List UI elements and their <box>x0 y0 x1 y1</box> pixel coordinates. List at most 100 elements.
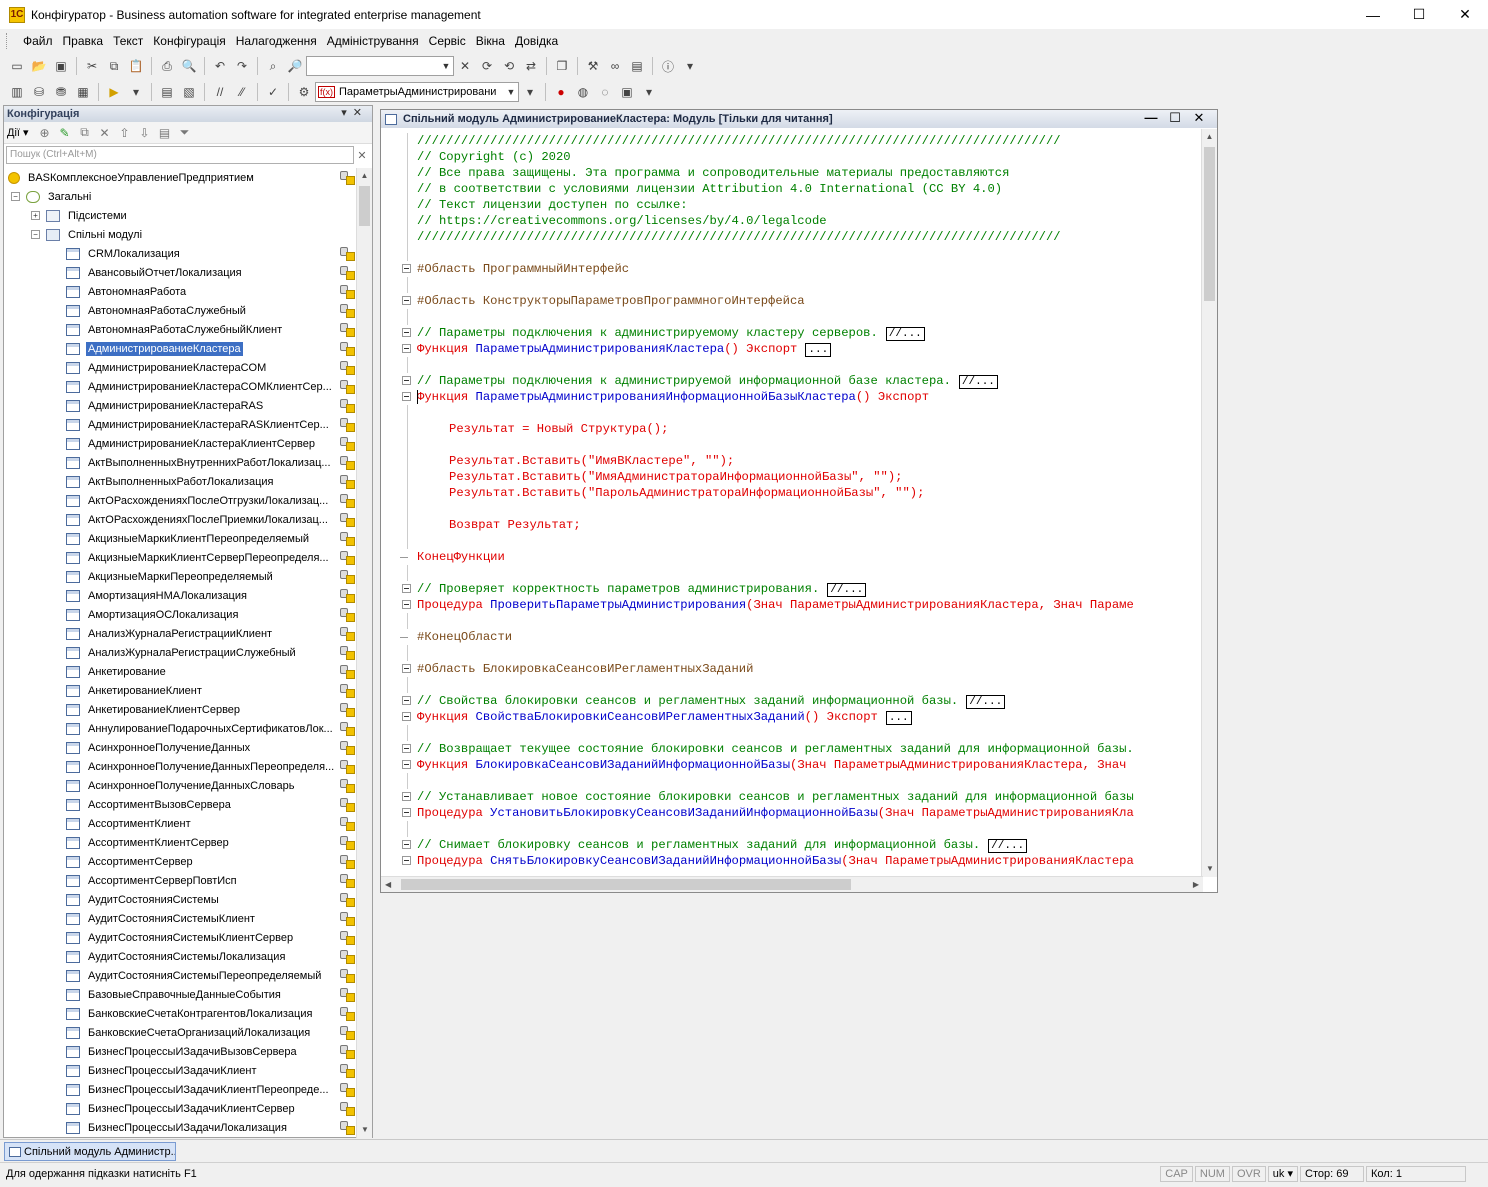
find-next-icon[interactable]: ⟳ <box>477 56 497 76</box>
code-line[interactable] <box>381 437 1199 453</box>
compare-icon[interactable]: ▦ <box>73 82 93 102</box>
code-line[interactable]: // Устанавливает новое состояние блокиро… <box>381 789 1199 805</box>
search-combo[interactable]: ▼ <box>306 56 454 76</box>
find-icon[interactable]: 🔎 <box>285 56 305 76</box>
code-line[interactable]: Функция БлокировкаСеансовИЗаданийИнформа… <box>381 757 1199 773</box>
collapse-icon[interactable]: − <box>31 230 40 239</box>
fold-toggle-icon[interactable] <box>402 792 411 801</box>
tree-item-module[interactable]: АкцизныеМаркиПереопределяемый <box>4 567 356 586</box>
code-line[interactable]: // Все права защищены. Эта программа и с… <box>381 165 1199 181</box>
database-icon[interactable]: ⛁ <box>29 82 49 102</box>
menu-administration[interactable]: Адміністрування <box>322 34 424 48</box>
tree-item-module[interactable]: CRMЛокализация <box>4 244 356 263</box>
add-icon[interactable]: ⊕ <box>35 126 55 140</box>
breakpoint-conditional-icon[interactable]: ◍ <box>573 82 593 102</box>
tree-item-module[interactable]: АктОРасхожденияхПослеОтгрузкиЛокализац..… <box>4 491 356 510</box>
tree-item-module[interactable]: АвтономнаяРаботаСлужебныйКлиент <box>4 320 356 339</box>
breakpoint-disable-icon[interactable]: ◌ <box>595 82 615 102</box>
tree-item-module[interactable]: БизнесПроцессыИЗадачиКлиентСервер <box>4 1099 356 1118</box>
editor-horizontal-scrollbar[interactable]: ◀ ▶ <box>381 876 1203 892</box>
undo-icon[interactable]: ↶ <box>210 56 230 76</box>
code-line[interactable]: Функция ПараметрыАдминистрированияИнформ… <box>381 389 1199 405</box>
syntax-check-icon[interactable]: ✓ <box>263 82 283 102</box>
configuration-search-input[interactable]: Пошук (Ctrl+Alt+M) <box>6 146 354 164</box>
tree-item-module[interactable]: АссортиментКлиентСервер <box>4 833 356 852</box>
code-line[interactable]: // Параметры подключения к администрируе… <box>381 325 1199 341</box>
templates-icon[interactable]: ▤ <box>627 56 647 76</box>
replace-icon[interactable]: ⇄ <box>521 56 541 76</box>
code-line[interactable]: Результат.Вставить("ПарольАдминистратора… <box>381 485 1199 501</box>
tree-item-module[interactable]: АктВыполненныхВнутреннихРаботЛокализац..… <box>4 453 356 472</box>
tree-item-module[interactable]: АмортизацияНМАЛокализация <box>4 586 356 605</box>
editor-minimize-button[interactable]: — <box>1139 110 1163 126</box>
tree-item-module[interactable]: АвтономнаяРабота <box>4 282 356 301</box>
fold-toggle-icon[interactable] <box>402 600 411 609</box>
code-line[interactable] <box>381 613 1199 629</box>
code-line[interactable]: // Проверяет корректность параметров адм… <box>381 581 1199 597</box>
code-line[interactable]: // Свойства блокировки сеансов и регламе… <box>381 693 1199 709</box>
cut-icon[interactable]: ✂ <box>82 56 102 76</box>
tree-root[interactable]: BASКомплексноеУправлениеПредприятием <box>4 168 356 187</box>
tree-item-module[interactable]: АнкетированиеКлиент <box>4 681 356 700</box>
scroll-up-icon[interactable]: ▲ <box>1202 129 1217 145</box>
code-line[interactable] <box>381 309 1199 325</box>
redo-icon[interactable]: ↷ <box>232 56 252 76</box>
fold-toggle-icon[interactable] <box>402 584 411 593</box>
tree-item-subsystems[interactable]: + Підсистеми <box>4 206 356 225</box>
edit-icon[interactable]: ✎ <box>55 126 75 140</box>
code-line[interactable]: ////////////////////////////////////////… <box>381 133 1199 149</box>
scrollbar-thumb[interactable] <box>359 186 370 226</box>
code-line[interactable]: Процедура УстановитьБлокировкуСеансовИЗа… <box>381 805 1199 821</box>
collapsed-block-marker[interactable]: //... <box>958 375 998 389</box>
panel-window-buttons[interactable]: ▾✕ <box>341 106 368 119</box>
collapse-icon[interactable]: − <box>11 192 20 201</box>
tree-item-module[interactable]: АвтономнаяРаботаСлужебный <box>4 301 356 320</box>
fold-toggle-icon[interactable] <box>402 664 411 673</box>
open-configuration-icon[interactable]: ▥ <box>7 82 27 102</box>
toolbar-options-icon[interactable]: ▾ <box>639 82 659 102</box>
info-icon[interactable]: ⓘ <box>658 56 678 76</box>
tree-item-module[interactable]: АктОРасхожденияхПослеПриемкиЛокализац... <box>4 510 356 529</box>
tree-item-module[interactable]: АссортиментВызовСервера <box>4 795 356 814</box>
fold-toggle-icon[interactable] <box>402 712 411 721</box>
tree-item-module[interactable]: АктВыполненныхРаботЛокализация <box>4 472 356 491</box>
fold-toggle-icon[interactable] <box>402 264 411 273</box>
tree-item-module[interactable]: АнализЖурналаРегистрацииСлужебный <box>4 643 356 662</box>
fold-toggle-icon[interactable] <box>402 344 411 353</box>
editor-vertical-scrollbar[interactable]: ▲ ▼ <box>1201 129 1217 877</box>
scroll-right-icon[interactable]: ▶ <box>1193 877 1199 893</box>
procedure-combo[interactable]: f(x) ПараметрыАдминистрировани ▼ <box>315 82 519 102</box>
configuration-tree-scrollbar[interactable]: ▲ ▼ <box>356 168 372 1138</box>
tree-item-module[interactable]: АудитСостоянияСистемыПереопределяемый <box>4 966 356 985</box>
code-line[interactable]: #Область БлокировкаСеансовИРегламентныхЗ… <box>381 661 1199 677</box>
tree-item-module[interactable]: АдминистрированиеКластераCOM <box>4 358 356 377</box>
code-line[interactable]: // Возвращает текущее состояние блокиров… <box>381 741 1199 757</box>
comment-icon[interactable]: // <box>210 82 230 102</box>
menu-help[interactable]: Довідка <box>510 34 563 48</box>
code-line[interactable] <box>381 725 1199 741</box>
tree-item-module[interactable]: Анкетирование <box>4 662 356 681</box>
scroll-down-icon[interactable]: ▼ <box>357 1122 373 1138</box>
new-file-icon[interactable]: ▭ <box>7 56 27 76</box>
unblock-icon[interactable]: ▧ <box>179 82 199 102</box>
language-selector[interactable]: uk ▾ <box>1267 1165 1298 1182</box>
collapsed-block-marker[interactable]: //... <box>827 583 867 597</box>
tree-item-module[interactable]: АдминистрированиеКластера <box>4 339 356 358</box>
tree-item-module[interactable]: АудитСостоянияСистемыКлиент <box>4 909 356 928</box>
collapsed-block-marker[interactable]: //... <box>885 327 925 341</box>
tree-item-module[interactable]: БизнесПроцессыИЗадачиКлиент <box>4 1061 356 1080</box>
tree-item-module[interactable]: БизнесПроцессыИЗадачиКлиентПереопреде... <box>4 1080 356 1099</box>
copy-icon[interactable]: ⧉ <box>104 56 124 76</box>
menu-windows[interactable]: Вікна <box>471 34 510 48</box>
sort-icon[interactable]: ▤ <box>155 126 175 140</box>
tree-item-module[interactable]: АнкетированиеКлиентСервер <box>4 700 356 719</box>
tree-item-module[interactable]: АдминистрированиеКластераCOMКлиентСер... <box>4 377 356 396</box>
tree-item-module[interactable]: БизнесПроцессыИЗадачиВызовСервера <box>4 1042 356 1061</box>
tree-item-module[interactable]: АкцизныеМаркиКлиентСерверПереопределя... <box>4 548 356 567</box>
code-line[interactable]: #Область ПрограммныйИнтерфейс <box>381 261 1199 277</box>
code-line[interactable] <box>381 773 1199 789</box>
tree-item-module[interactable]: АссортиментСерверПовтИсп <box>4 871 356 890</box>
menu-file[interactable]: Файл <box>18 34 58 48</box>
open-file-icon[interactable]: 📂 <box>29 56 49 76</box>
filter-icon[interactable]: ⏷ <box>175 125 195 140</box>
